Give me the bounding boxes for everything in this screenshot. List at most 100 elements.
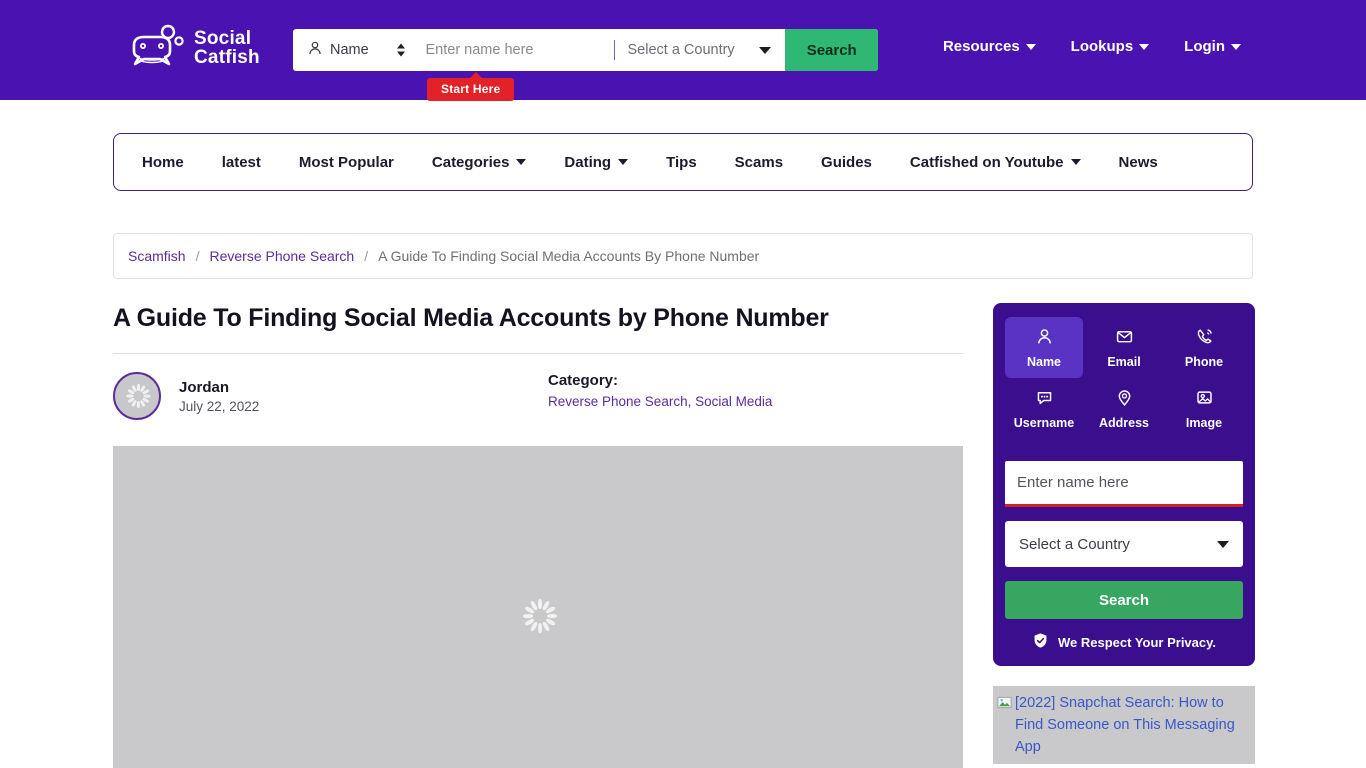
sidebar-tab-label: Email bbox=[1107, 354, 1141, 369]
shield-check-icon bbox=[1032, 632, 1049, 652]
subnav-item-catfished-on-youtube[interactable]: Catfished on Youtube bbox=[910, 154, 1081, 171]
chevron-down-icon bbox=[516, 159, 527, 165]
nav-resources[interactable]: Resources bbox=[943, 38, 1036, 55]
sidebar-tab-address[interactable]: Address bbox=[1085, 378, 1163, 439]
main-grid: A Guide To Finding Social Media Accounts… bbox=[113, 303, 1255, 768]
sidebar-tab-username[interactable]: Username bbox=[1005, 378, 1083, 439]
publish-date: July 22, 2022 bbox=[179, 398, 260, 414]
category-block: Category: Reverse Phone Search, Social M… bbox=[548, 372, 772, 420]
broken-image-icon bbox=[997, 692, 1013, 758]
subnav-item-tips[interactable]: Tips bbox=[666, 154, 697, 171]
breadcrumb-item-current: A Guide To Finding Social Media Accounts… bbox=[378, 248, 760, 264]
subnav-label: Categories bbox=[431, 153, 510, 171]
sidebar: Name Email Phone Username Address Image … bbox=[993, 303, 1255, 764]
caret-down-icon bbox=[1217, 540, 1229, 548]
logo-wordmark: Social Catfish bbox=[194, 29, 260, 67]
chevron-down-icon bbox=[618, 159, 629, 165]
subnav-item-home[interactable]: Home bbox=[142, 154, 184, 171]
subnav-label: Scams bbox=[734, 153, 784, 171]
header-search-bar: Name Select a Country Search bbox=[293, 29, 878, 71]
subnav-label: Catfished on Youtube bbox=[909, 153, 1064, 171]
search-input[interactable] bbox=[417, 29, 615, 71]
subnav-label: Dating bbox=[564, 153, 612, 171]
page-title: A Guide To Finding Social Media Accounts… bbox=[113, 304, 829, 332]
map-pin-icon bbox=[1115, 388, 1134, 410]
nav-resources-label: Resources bbox=[942, 38, 1020, 55]
promo-alt-text: [2022] Snapchat Search: How to Find Some… bbox=[1015, 695, 1235, 755]
subnav-item-most-popular[interactable]: Most Popular bbox=[299, 154, 394, 171]
site-header: Social Catfish Name Select a Country Sea… bbox=[0, 0, 1366, 101]
loading-spinner-icon bbox=[521, 599, 558, 634]
site-logo[interactable]: Social Catfish bbox=[124, 24, 260, 72]
sidebar-tab-email[interactable]: Email bbox=[1085, 317, 1163, 378]
article-column: A Guide To Finding Social Media Accounts… bbox=[113, 303, 963, 768]
subnav-item-news[interactable]: News bbox=[1119, 154, 1158, 171]
breadcrumb-separator: / bbox=[195, 248, 200, 264]
chevron-down-icon bbox=[1139, 43, 1150, 50]
chat-bubble-icon bbox=[1035, 388, 1054, 410]
category-heading: Category: bbox=[548, 372, 619, 390]
sidebar-tab-phone[interactable]: Phone bbox=[1165, 317, 1243, 378]
sidebar-name-input[interactable] bbox=[1005, 461, 1243, 507]
author-block: Jordan July 22, 2022 bbox=[113, 372, 548, 421]
breadcrumb-item-scamfish[interactable]: Scamfish bbox=[128, 248, 186, 264]
title-divider bbox=[113, 353, 963, 355]
sidebar-country-label: Select a Country bbox=[1019, 535, 1130, 553]
nav-login[interactable]: Login bbox=[1184, 38, 1241, 55]
person-icon bbox=[1035, 327, 1054, 349]
nav-login-label: Login bbox=[1184, 38, 1225, 55]
subnav-item-scams[interactable]: Scams bbox=[735, 154, 783, 171]
sidebar-tab-label: Name bbox=[1026, 354, 1062, 369]
search-type-selector[interactable]: Name bbox=[293, 29, 417, 71]
header-search-button[interactable]: Search bbox=[785, 29, 878, 71]
breadcrumb-separator: / bbox=[364, 248, 369, 264]
country-select-label: Select a Country bbox=[627, 42, 735, 58]
search-type-label: Name bbox=[330, 42, 369, 58]
subnav-item-guides[interactable]: Guides bbox=[821, 154, 872, 171]
breadcrumb-item-reverse-phone-search[interactable]: Reverse Phone Search bbox=[209, 248, 354, 264]
logo-line-2: Catfish bbox=[194, 47, 260, 68]
subnav-item-latest[interactable]: latest bbox=[222, 154, 261, 171]
hero-image-placeholder bbox=[113, 446, 963, 768]
promo-broken-image[interactable]: [2022] Snapchat Search: How to Find Some… bbox=[993, 686, 1255, 764]
avatar bbox=[113, 372, 161, 421]
sidebar-tab-label: Phone bbox=[1184, 354, 1224, 369]
subnav-label: Tips bbox=[666, 153, 697, 171]
phone-icon bbox=[1195, 327, 1214, 349]
secondary-nav: Home latest Most Popular Categories Dati… bbox=[113, 133, 1253, 191]
country-select[interactable]: Select a Country bbox=[615, 29, 785, 71]
updown-stepper-icon[interactable] bbox=[397, 43, 406, 57]
photo-icon bbox=[1195, 388, 1214, 410]
subnav-label: Guides bbox=[821, 153, 872, 171]
breadcrumb: Scamfish / Reverse Phone Search / A Guid… bbox=[113, 233, 1253, 279]
sidebar-country-select[interactable]: Select a Country bbox=[1005, 521, 1243, 567]
page-body: Home latest Most Popular Categories Dati… bbox=[0, 133, 1366, 768]
sidebar-search-button[interactable]: Search bbox=[1005, 581, 1243, 619]
chevron-down-icon bbox=[1025, 43, 1036, 50]
sidebar-name-field-wrap bbox=[1005, 461, 1243, 507]
loading-spinner-icon bbox=[125, 384, 151, 409]
nav-lookups[interactable]: Lookups bbox=[1071, 38, 1150, 55]
chevron-down-icon bbox=[1070, 159, 1081, 165]
sidebar-tab-label: Username bbox=[1013, 415, 1075, 430]
nav-lookups-label: Lookups bbox=[1070, 38, 1134, 55]
author-name: Jordan bbox=[179, 378, 230, 396]
subnav-label: Home bbox=[142, 153, 184, 171]
sidebar-tab-label: Image bbox=[1185, 415, 1223, 430]
sidebar-tab-name[interactable]: Name bbox=[1005, 317, 1083, 378]
subnav-item-dating[interactable]: Dating bbox=[564, 153, 629, 171]
privacy-note: We Respect Your Privacy. bbox=[1005, 632, 1243, 652]
sidebar-tab-label: Address bbox=[1098, 415, 1150, 430]
envelope-icon bbox=[1115, 327, 1134, 349]
start-here-badge: Start Here bbox=[427, 72, 515, 101]
subnav-label: News bbox=[1118, 153, 1158, 171]
subnav-item-categories[interactable]: Categories bbox=[432, 154, 527, 171]
logo-line-1: Social bbox=[194, 28, 252, 49]
category-links[interactable]: Reverse Phone Search, Social Media bbox=[548, 394, 772, 409]
caret-down-icon bbox=[759, 46, 772, 54]
header-nav: Resources Lookups Login bbox=[943, 38, 1241, 55]
person-icon bbox=[307, 40, 323, 61]
sidebar-tab-image[interactable]: Image bbox=[1165, 378, 1243, 439]
catfish-logo-icon bbox=[124, 24, 186, 72]
privacy-label: We Respect Your Privacy. bbox=[1058, 634, 1216, 650]
